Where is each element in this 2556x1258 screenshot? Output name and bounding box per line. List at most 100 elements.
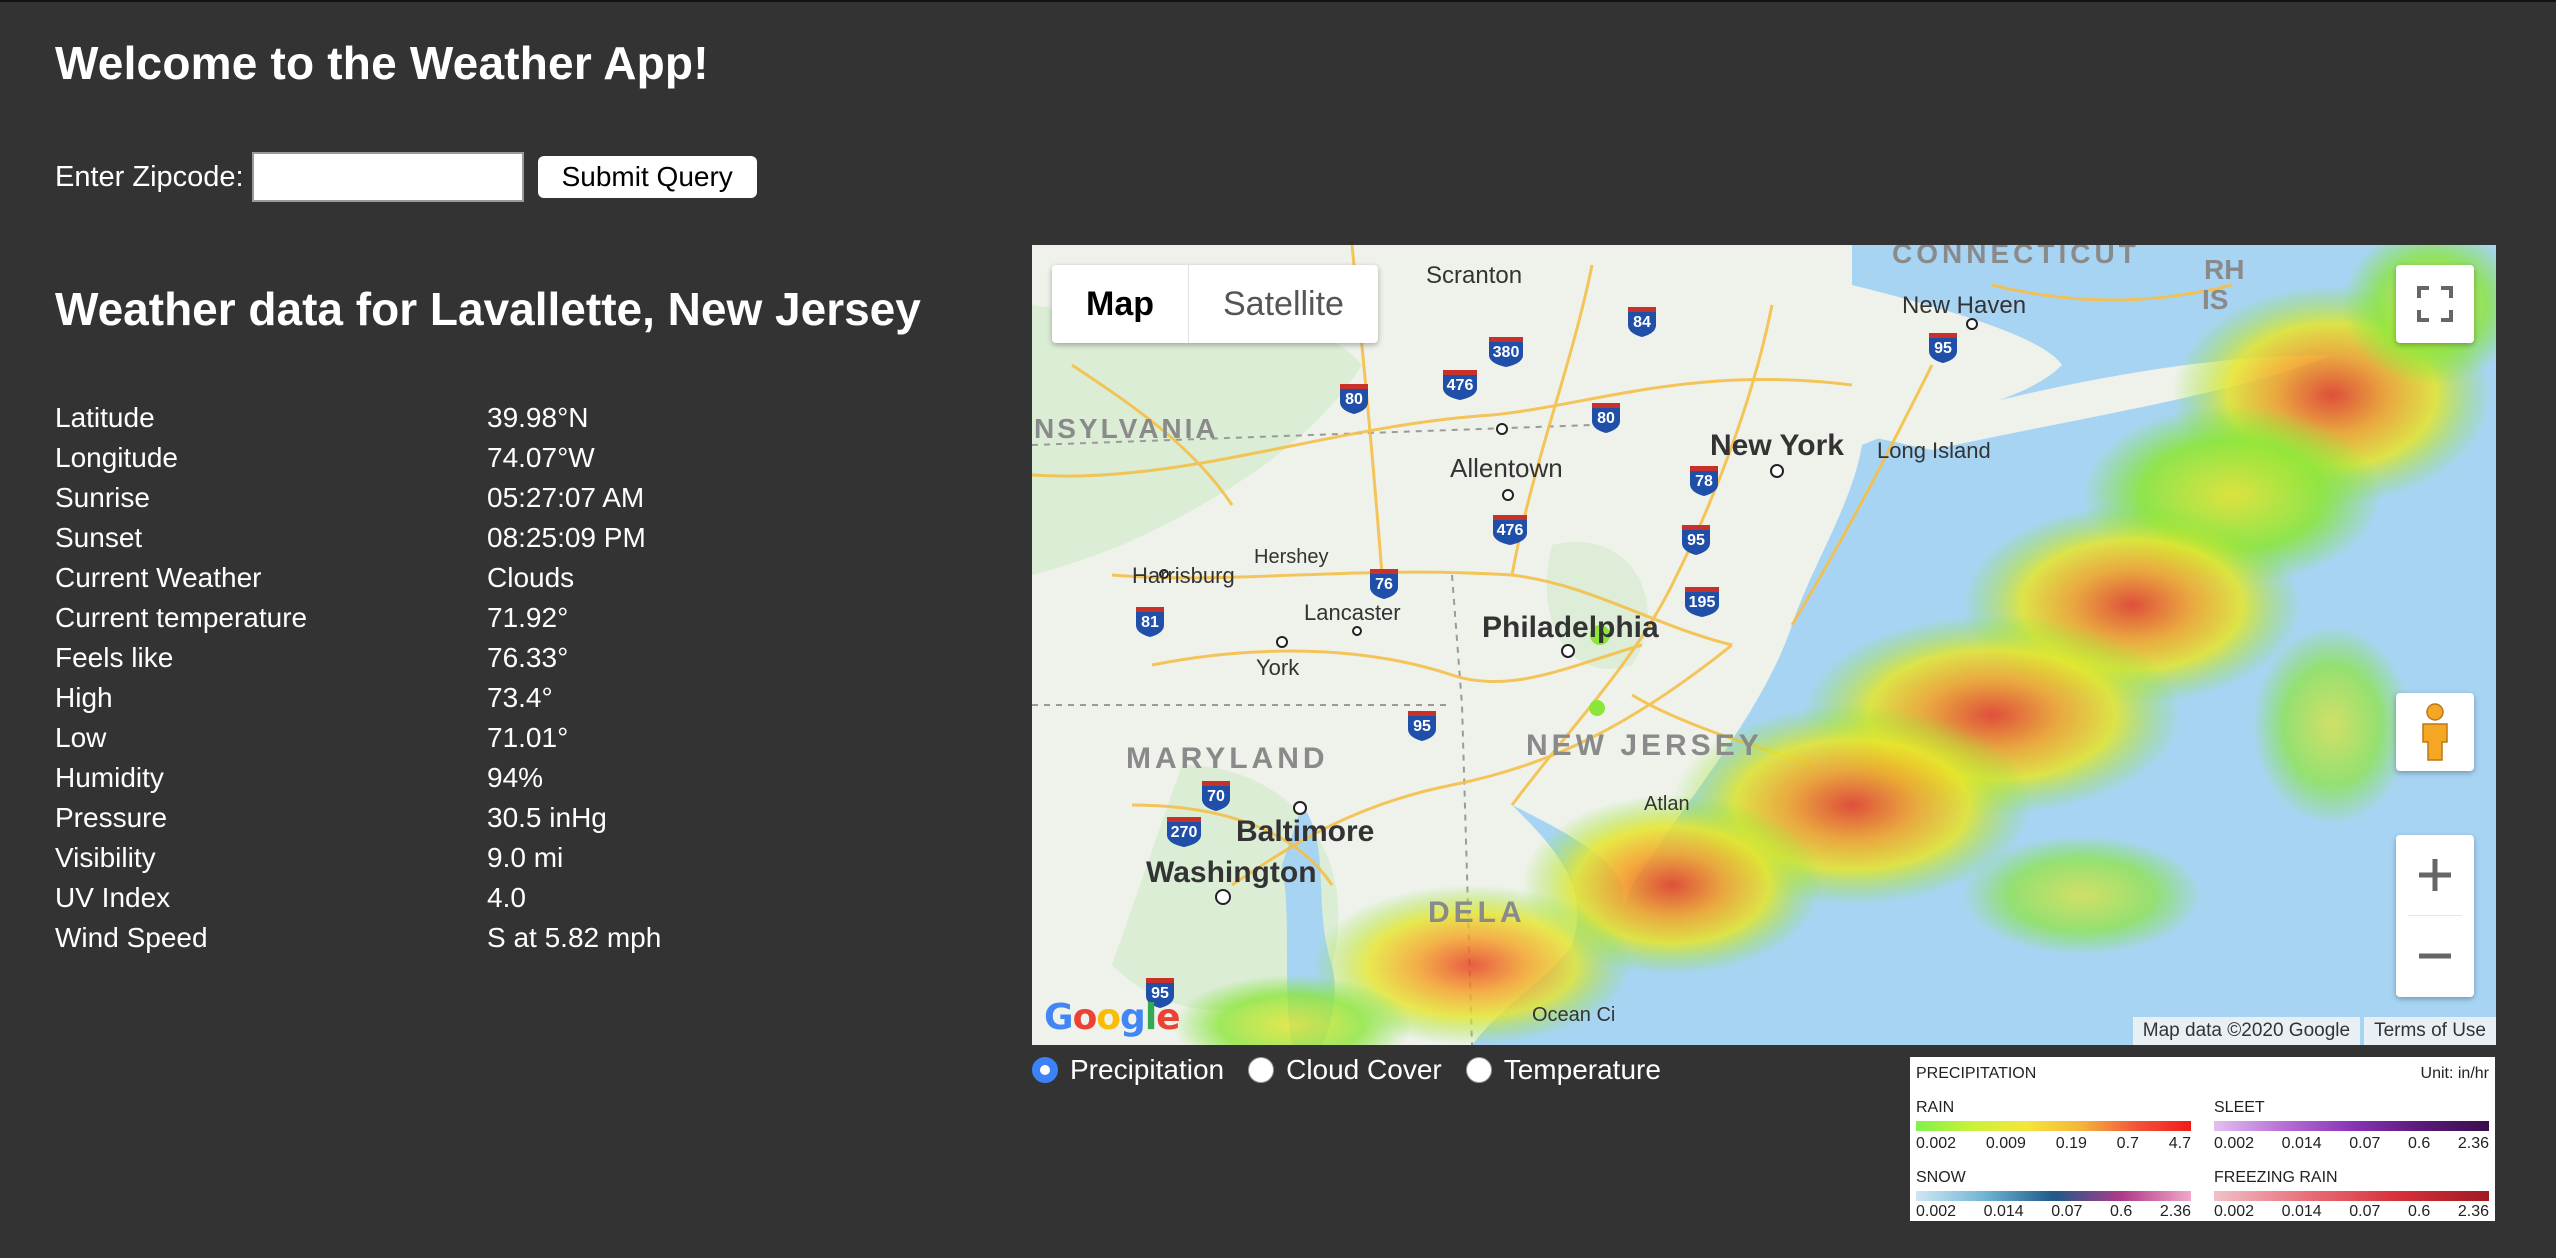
legend-snow-bar: [1916, 1191, 2191, 1201]
map-label-baltimore: Baltimore: [1236, 815, 1374, 848]
weather-value: 76.33°: [487, 642, 569, 673]
svg-text:95: 95: [1687, 532, 1705, 549]
city-dot-scranton: [1496, 423, 1508, 435]
svg-text:195: 195: [1689, 594, 1716, 611]
weather-value: 9.0 mi: [487, 842, 564, 873]
city-dot-philadelphia: [1561, 644, 1575, 658]
pegman-icon: [2422, 703, 2448, 761]
weather-map[interactable]: CONNECTICUT RH IS Scranton New Haven NSY…: [1032, 245, 2496, 1045]
layer-option-temperature[interactable]: Temperature: [1465, 1054, 1661, 1086]
zipcode-label: Enter Zipcode:: [55, 160, 244, 193]
map-label-harrisburg: Harrisburg: [1132, 563, 1235, 588]
weather-label: High: [55, 682, 113, 713]
layer-option-precipitation[interactable]: Precipitation: [1032, 1054, 1224, 1086]
fullscreen-icon: [2417, 286, 2453, 322]
weather-label: Sunset: [55, 522, 143, 553]
city-dot-new-haven: [1966, 318, 1978, 330]
svg-text:95: 95: [1413, 718, 1431, 735]
map-label-lancaster: Lancaster: [1304, 600, 1401, 625]
weather-row-pressure: Pressure 30.5 inHg: [55, 798, 661, 838]
legend-tick: 0.002: [2214, 1135, 2255, 1152]
legend-freezing-rain-label: FREEZING RAIN: [2214, 1169, 2338, 1186]
legend-tick: 2.36: [2457, 1203, 2489, 1220]
terms-of-use-link[interactable]: Terms of Use: [2364, 1017, 2496, 1045]
legend-tick: 0.19: [2055, 1135, 2087, 1152]
zoom-in-icon: [2419, 859, 2451, 891]
city-dot-lancaster: [1352, 626, 1362, 636]
highway-shield: 76: [1370, 569, 1398, 599]
legend-tick: 4.7: [2168, 1135, 2191, 1152]
map-label-long-island: Long Island: [1877, 438, 1991, 463]
city-dot-new-york: [1770, 464, 1784, 478]
legend-tick: 0.009: [1985, 1135, 2026, 1152]
svg-text:80: 80: [1345, 391, 1363, 408]
svg-text:476: 476: [1497, 522, 1524, 539]
highway-shield: 380: [1489, 337, 1523, 367]
city-dot-baltimore: [1293, 801, 1307, 815]
weather-row-longitude: Longitude 74.07°W: [55, 438, 661, 478]
legend-snow-label: SNOW: [1916, 1169, 1966, 1186]
weather-row-wind-speed: Wind Speed S at 5.82 mph: [55, 918, 661, 958]
location-heading: Weather data for Lavallette, New Jersey: [55, 283, 921, 335]
svg-text:84: 84: [1633, 314, 1651, 331]
weather-row-sunrise: Sunrise 05:27:07 AM: [55, 478, 661, 518]
radio-button[interactable]: [1465, 1057, 1492, 1083]
weather-data-table: Latitude 39.98°N Longitude 74.07°W Sunrise…: [55, 398, 661, 958]
rain-cell: [2252, 625, 2412, 825]
zoom-control: [2396, 835, 2474, 997]
zipcode-form: Enter Zipcode: Submit Query: [55, 148, 757, 206]
highway-shield: 78: [1690, 466, 1718, 496]
map-label-connecticut: CONNECTICUT: [1892, 245, 2140, 269]
map-type-satellite-button[interactable]: Satellite: [1189, 265, 1378, 343]
street-view-button[interactable]: [2396, 693, 2474, 771]
legend-tick: 0.6: [2408, 1203, 2431, 1220]
weather-label: Low: [55, 722, 107, 753]
weather-row-feels-like: Feels like 76.33°: [55, 638, 661, 678]
highway-shield: 476: [1443, 370, 1477, 400]
svg-text:476: 476: [1447, 377, 1474, 394]
map-type-control: Map Satellite: [1052, 265, 1378, 343]
radio-button-checked[interactable]: [1032, 1057, 1058, 1083]
radio-button[interactable]: [1248, 1057, 1275, 1083]
highway-shield: 476: [1493, 515, 1527, 545]
legend-tick: 0.002: [1916, 1203, 1957, 1220]
weather-label: Latitude: [55, 402, 155, 433]
layer-label: Precipitation: [1070, 1054, 1225, 1085]
layer-option-cloud-cover[interactable]: Cloud Cover: [1248, 1054, 1442, 1086]
fullscreen-button[interactable]: [2396, 265, 2474, 343]
legend-rain-bar: [1916, 1121, 2191, 1131]
map-type-map-button[interactable]: Map: [1052, 265, 1189, 343]
map-label-new-jersey: NEW JERSEY: [1526, 729, 1763, 762]
legend-tick: 0.6: [2408, 1135, 2431, 1152]
weather-value: 71.01°: [487, 722, 569, 753]
zipcode-input[interactable]: [251, 152, 524, 202]
weather-value: 94%: [487, 762, 544, 793]
legend-rain-ticks: 0.002 0.009 0.19 0.7 4.7: [1916, 1135, 2191, 1153]
weather-row-humidity: Humidity 94%: [55, 758, 661, 798]
zoom-in-button[interactable]: [2396, 835, 2474, 915]
weather-row-uv-index: UV Index 4.0: [55, 878, 661, 918]
legend-tick: 2.36: [2457, 1135, 2489, 1152]
submit-query-button[interactable]: Submit Query: [537, 156, 757, 198]
highway-shield: 81: [1136, 607, 1164, 637]
legend-tick: 0.07: [2051, 1203, 2083, 1220]
weather-label: Current temperature: [55, 602, 308, 633]
map-label-new-haven: New Haven: [1902, 292, 2026, 319]
svg-text:76: 76: [1375, 576, 1393, 593]
map-data-credit: Map data ©2020 Google: [2132, 1017, 2361, 1045]
legend-freezing-rain-ticks: 0.002 0.014 0.07 0.6 2.36: [2214, 1203, 2489, 1221]
legend-freezing-rain-bar: [2214, 1191, 2489, 1201]
map-label-rhode-island: RH: [2204, 254, 2244, 285]
weather-row-high: High 73.4°: [55, 678, 661, 718]
highway-shield: 84: [1628, 307, 1656, 337]
google-logo: Google: [1044, 997, 1181, 1038]
svg-text:270: 270: [1171, 824, 1198, 841]
weather-label: Longitude: [55, 442, 179, 473]
weather-row-current-temperature: Current temperature 71.92°: [55, 598, 661, 638]
highway-shield: 195: [1685, 587, 1719, 617]
map-label-maryland: MARYLAND: [1126, 742, 1329, 775]
legend-tick: 0.002: [2214, 1203, 2255, 1220]
zoom-out-button[interactable]: [2396, 916, 2474, 996]
weather-value: 08:25:09 PM: [487, 522, 646, 553]
map-attribution: Map data ©2020 Google Terms of Use: [2132, 1017, 2496, 1045]
